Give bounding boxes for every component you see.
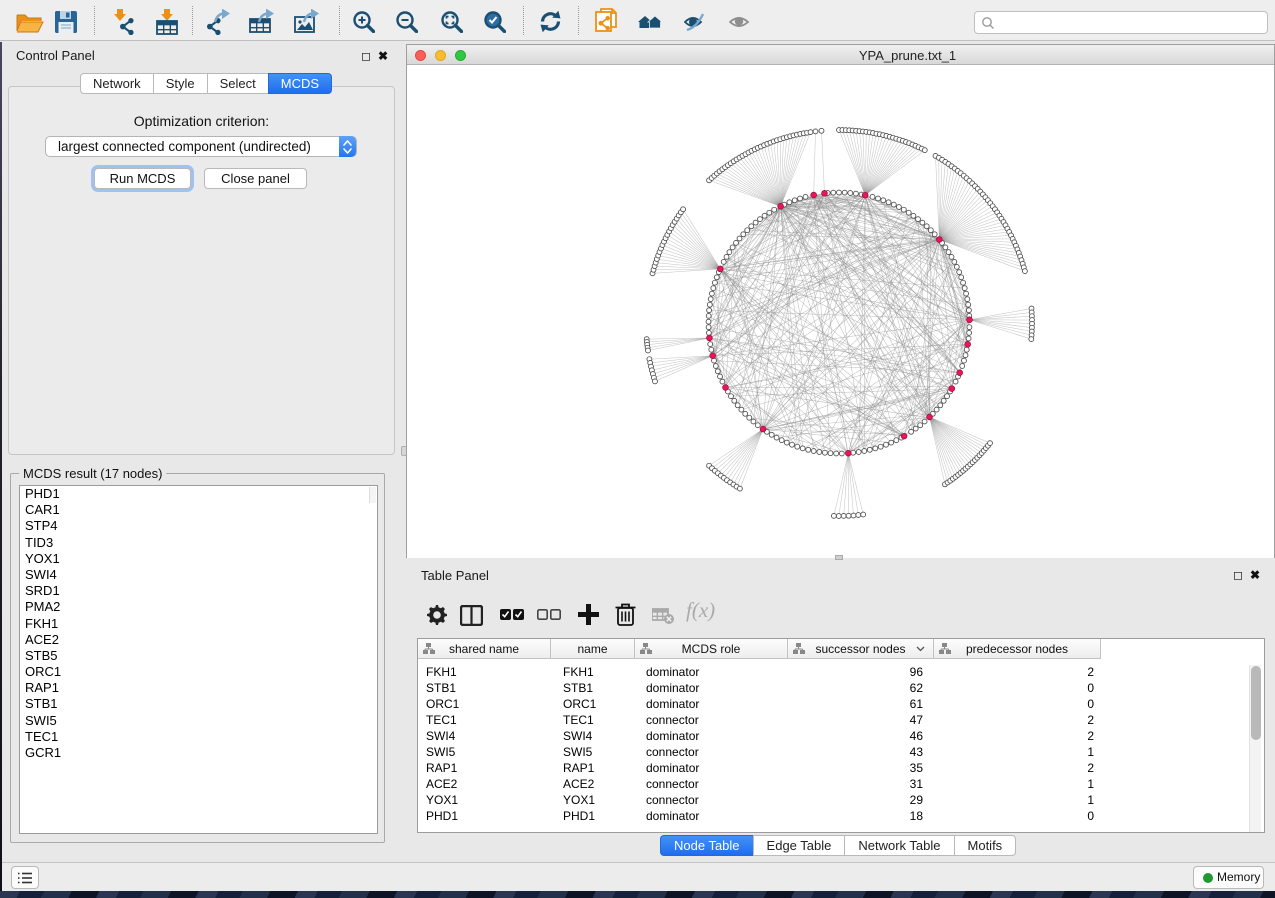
svg-text:f(x): f(x) <box>686 600 715 622</box>
